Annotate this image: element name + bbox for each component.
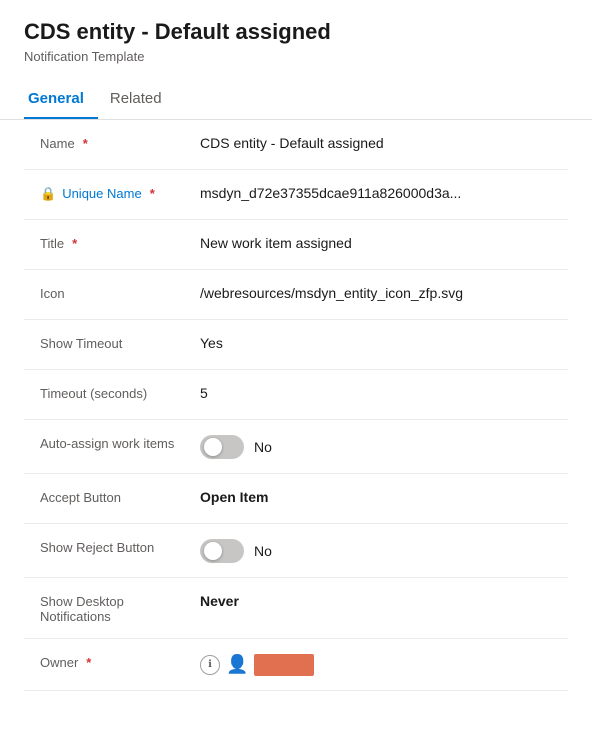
owner-person-icon: 👤 — [226, 654, 248, 675]
field-icon: Icon /webresources/msdyn_entity_icon_zfp… — [24, 270, 568, 320]
required-indicator-owner: * — [86, 655, 91, 670]
label-title: Title * — [40, 234, 200, 251]
field-owner: Owner * ℹ 👤 — [24, 639, 568, 691]
page-header: CDS entity - Default assigned Notificati… — [0, 0, 592, 72]
value-owner: ℹ 👤 — [200, 653, 552, 676]
lock-icon: 🔒 — [40, 186, 56, 202]
label-owner: Owner * — [40, 653, 200, 670]
value-show-reject-button: No — [200, 538, 552, 563]
label-auto-assign: Auto-assign work items — [40, 434, 200, 451]
tab-general[interactable]: General — [24, 80, 98, 119]
required-indicator: * — [83, 136, 88, 151]
field-show-timeout: Show Timeout Yes — [24, 320, 568, 370]
value-name: CDS entity - Default assigned — [200, 134, 552, 151]
label-show-timeout: Show Timeout — [40, 334, 200, 351]
field-title: Title * New work item assigned — [24, 220, 568, 270]
required-indicator-unique: * — [150, 186, 155, 201]
value-desktop-notifications: Never — [200, 592, 552, 609]
value-accept-button: Open Item — [200, 488, 552, 505]
field-name: Name * CDS entity - Default assigned — [24, 120, 568, 170]
toggle-reject-thumb — [204, 542, 222, 560]
label-name: Name * — [40, 134, 200, 151]
label-unique-name: 🔒 Unique Name * — [40, 184, 200, 202]
field-desktop-notifications: Show DesktopNotifications Never — [24, 578, 568, 639]
toggle-auto-assign-container: No — [200, 435, 552, 459]
tabs-container: General Related — [0, 80, 592, 120]
toggle-reject[interactable] — [200, 539, 244, 563]
field-show-reject-button: Show Reject Button No — [24, 524, 568, 578]
label-accept-button: Accept Button — [40, 488, 200, 505]
label-timeout-seconds: Timeout (seconds) — [40, 384, 200, 401]
value-icon: /webresources/msdyn_entity_icon_zfp.svg — [200, 284, 552, 301]
label-icon: Icon — [40, 284, 200, 301]
toggle-thumb — [204, 438, 222, 456]
toggle-track — [200, 435, 244, 459]
owner-icons-container: ℹ 👤 — [200, 654, 552, 676]
value-title: New work item assigned — [200, 234, 552, 251]
owner-color-indicator — [254, 654, 314, 676]
required-indicator-title: * — [72, 236, 77, 251]
toggle-reject-label: No — [254, 543, 272, 559]
field-unique-name: 🔒 Unique Name * msdyn_d72e37355dcae911a8… — [24, 170, 568, 220]
toggle-auto-assign-label: No — [254, 439, 272, 455]
value-show-timeout: Yes — [200, 334, 552, 351]
toggle-auto-assign[interactable] — [200, 435, 244, 459]
label-desktop-notifications: Show DesktopNotifications — [40, 592, 200, 624]
value-timeout-seconds: 5 — [200, 384, 552, 401]
toggle-reject-track — [200, 539, 244, 563]
owner-info-icon[interactable]: ℹ — [200, 655, 220, 675]
field-auto-assign: Auto-assign work items No — [24, 420, 568, 474]
toggle-reject-container: No — [200, 539, 552, 563]
value-unique-name: msdyn_d72e37355dcae911a826000d3a... — [200, 184, 552, 201]
value-auto-assign: No — [200, 434, 552, 459]
form-container: Name * CDS entity - Default assigned 🔒 U… — [0, 120, 592, 691]
field-timeout-seconds: Timeout (seconds) 5 — [24, 370, 568, 420]
page-subtitle: Notification Template — [24, 49, 568, 64]
label-show-reject-button: Show Reject Button — [40, 538, 200, 555]
tab-related[interactable]: Related — [106, 80, 176, 119]
field-accept-button: Accept Button Open Item — [24, 474, 568, 524]
page-title: CDS entity - Default assigned — [24, 18, 568, 47]
